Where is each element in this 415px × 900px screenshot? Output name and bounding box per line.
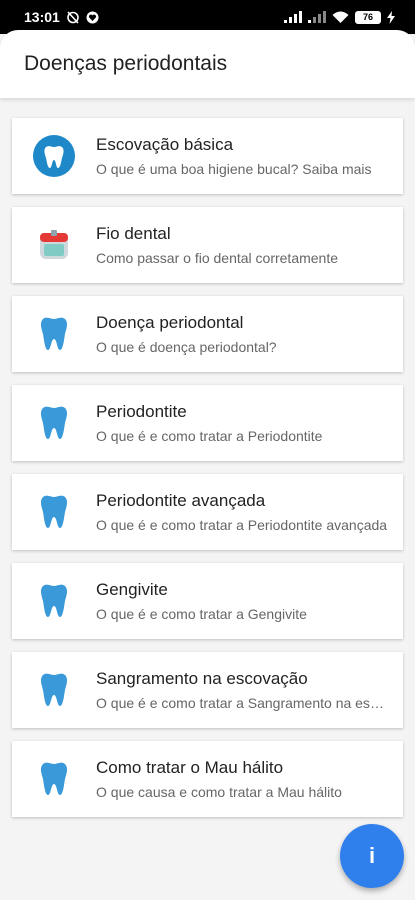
floss-icon (12, 227, 96, 263)
alarm-off-icon (66, 10, 80, 24)
battery-indicator: 76 (355, 10, 381, 24)
list-item-sangramento[interactable]: Sangramento na escovação O que é e como … (12, 652, 403, 728)
item-title: Escovação básica (96, 135, 234, 154)
item-title: Doença periodontal (96, 313, 244, 332)
list-item-doenca-periodontal[interactable]: Doença periodontal O que é doença period… (12, 296, 403, 372)
list-item-periodontite[interactable]: Periodontite O que é e como tratar a Per… (12, 385, 403, 461)
item-subtitle: O que é e como tratar a Sangramento na e… (96, 695, 389, 711)
app-bar: Doenças periodontais (0, 30, 415, 98)
tooth-icon (12, 761, 96, 797)
signal-2-icon (308, 11, 326, 23)
topic-list: Escovação básica O que é uma boa higiene… (12, 118, 403, 830)
tooth-icon (12, 316, 96, 352)
list-item-periodontite-avancada[interactable]: Periodontite avançada O que é e como tra… (12, 474, 403, 550)
item-subtitle: Como passar o fio dental corretamente (96, 250, 339, 266)
status-bar: 13:01 76 (0, 0, 415, 34)
tooth-icon (12, 672, 96, 708)
tooth-icon (12, 583, 96, 619)
wifi-icon (332, 11, 349, 24)
tooth-icon (12, 494, 96, 530)
list-item-fio-dental[interactable]: Fio dental Como passar o fio dental corr… (12, 207, 403, 283)
item-subtitle: O que é doença periodontal? (96, 339, 277, 355)
item-title: Como tratar o Mau hálito (96, 758, 284, 777)
list-item-mau-halito[interactable]: Como tratar o Mau hálito O que causa e c… (12, 741, 403, 817)
signal-icon (284, 11, 302, 23)
page-title: Doenças periodontais (24, 52, 228, 75)
heart-icon (86, 11, 99, 24)
item-subtitle: O que é uma boa higiene bucal? Saiba mai… (96, 161, 372, 177)
item-subtitle: O que é e como tratar a Gengivite (96, 606, 307, 622)
item-title: Periodontite (96, 402, 187, 421)
item-subtitle: O que é e como tratar a Periodontite ava… (96, 517, 388, 533)
item-subtitle: O que causa e como tratar a Mau hálito (96, 784, 342, 800)
tooth-circle-icon (12, 134, 96, 178)
item-subtitle: O que é e como tratar a Periodontite (96, 428, 323, 444)
info-icon: i (368, 843, 376, 868)
list-item-gengivite[interactable]: Gengivite O que é e como tratar a Gengiv… (12, 563, 403, 639)
item-title: Periodontite avançada (96, 491, 266, 510)
item-title: Sangramento na escovação (96, 669, 308, 688)
status-time: 13:01 (24, 9, 60, 25)
charging-icon (387, 10, 395, 24)
item-title: Gengivite (96, 580, 168, 599)
info-button[interactable]: i (340, 824, 404, 888)
item-title: Fio dental (96, 224, 171, 243)
list-item-escovacao-basica[interactable]: Escovação básica O que é uma boa higiene… (12, 118, 403, 194)
tooth-icon (12, 405, 96, 441)
